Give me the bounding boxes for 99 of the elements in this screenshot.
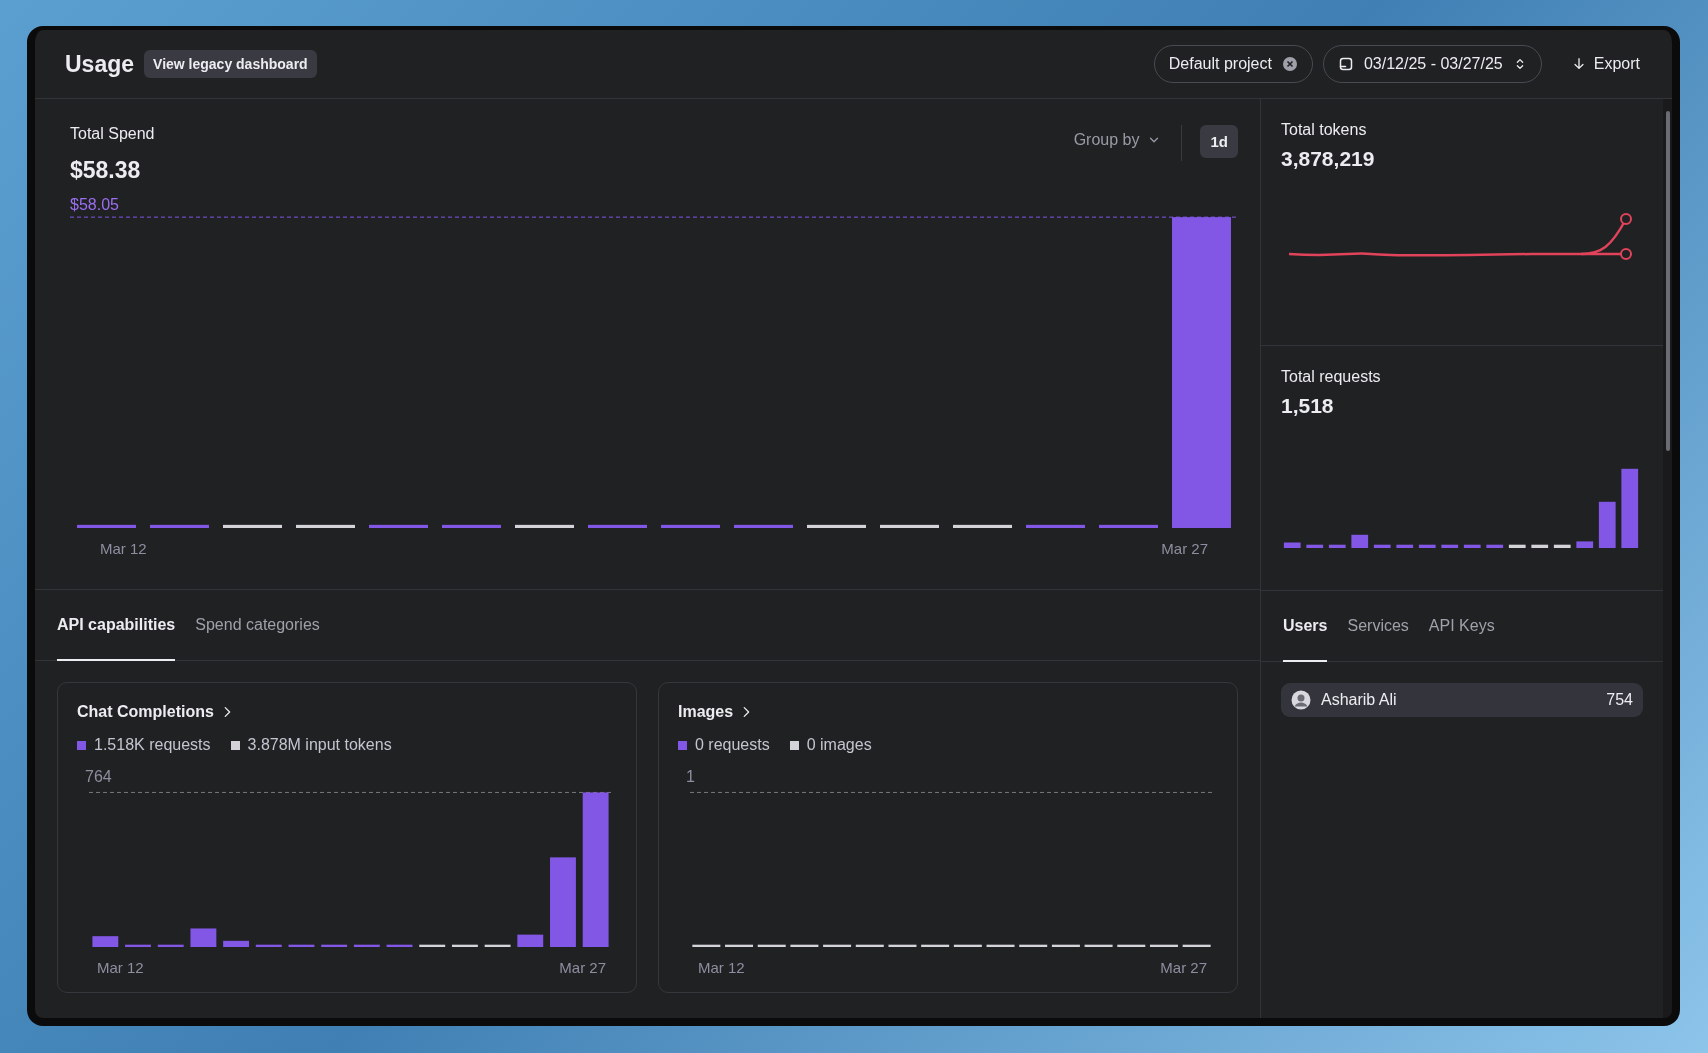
axis-label: Mar 27 [559,959,606,976]
bar [661,524,720,528]
bar [692,944,721,947]
scrollbar-thumb[interactable] [1666,111,1670,451]
legacy-dashboard-link[interactable]: View legacy dashboard [144,50,317,78]
bar [1051,944,1080,947]
bar [807,524,866,528]
bar [790,944,819,947]
bar [321,944,348,947]
bar [353,944,380,947]
bar [451,944,478,947]
avatar-icon [1291,690,1311,710]
bar [1306,544,1324,548]
bar [1553,544,1571,548]
legend-label: 0 images [806,736,872,754]
bar [296,524,355,528]
legend-label: 3.878M input tokens [247,736,392,754]
download-icon [1571,57,1586,71]
bar [1283,542,1301,548]
bar [517,934,544,947]
bar [921,944,950,947]
chart-max-label: 1 [686,768,696,786]
axis-label: Mar 12 [698,959,745,976]
bar [1531,544,1549,548]
total-requests-label: Total requests [1281,368,1382,386]
bar [953,524,1012,528]
bar [757,944,786,947]
user-name: Asharib Ali [1321,691,1398,709]
bar [588,524,647,528]
bar [1117,944,1146,947]
tab[interactable]: Users [1283,591,1328,662]
bar [288,944,315,947]
bar [125,944,151,947]
bar [1373,544,1391,548]
axis-label: Mar 12 [100,540,147,557]
bar [484,944,511,947]
card-title-link[interactable]: Images [678,703,754,721]
bar [1182,944,1211,947]
bar [953,944,982,947]
axis-label: Mar 27 [1161,540,1208,557]
bar [823,944,852,947]
bar [419,944,446,947]
bar [1328,544,1346,548]
bar [442,524,501,528]
bar [1441,544,1459,548]
bar [1019,944,1048,947]
bar [1463,544,1481,548]
total-requests-value: 1,518 [1281,394,1335,418]
bar [1396,544,1414,548]
calendar-icon [1337,56,1354,72]
axis-label: Mar 27 [1160,959,1207,976]
bar [734,524,793,528]
card-title-link[interactable]: Chat Completions [77,703,234,721]
bar [855,944,884,947]
export-button[interactable]: Export [1565,54,1646,74]
total-tokens-label: Total tokens [1281,121,1368,139]
bar [1150,944,1178,947]
bar [77,524,136,528]
bar [223,940,250,947]
bar [92,936,119,947]
bar [386,944,413,947]
bar [255,944,282,947]
bar [1598,501,1616,548]
bar [515,524,574,528]
axis-label: Mar 12 [97,959,144,976]
legend-label: 0 requests [695,736,770,754]
user-count: 754 [1606,691,1633,709]
bar [725,944,753,947]
bar [880,524,939,528]
chart-max-label: $58.05 [70,196,120,214]
bar [986,944,1015,947]
bar [1576,541,1594,548]
bar [150,524,209,528]
total-spend-label: Total Spend [70,125,156,143]
bar [1486,544,1504,548]
chart-max-label: 764 [85,768,113,786]
tab[interactable]: API capabilities [57,590,176,661]
tab[interactable]: API Keys [1428,591,1495,662]
bar [1508,544,1526,548]
bar [1418,544,1436,548]
user-row[interactable]: Asharib Ali 754 [1281,683,1643,717]
bar [157,944,184,947]
tab[interactable]: Spend categories [195,590,320,661]
total-tokens-value: 3,878,219 [1281,147,1376,171]
bar [369,524,428,528]
interval-button[interactable]: 1d [1200,125,1238,158]
bar [190,928,217,947]
bar [1099,524,1158,528]
group-by-dropdown[interactable]: Group by [1065,125,1170,155]
bar [1084,944,1113,947]
legend-label: 1.518K requests [94,736,211,754]
bar [1351,534,1369,548]
total-spend-value: $58.38 [70,157,142,184]
bar [1026,524,1085,528]
bar [223,524,282,528]
clear-icon [1281,56,1298,72]
page-title: Usage [65,50,135,78]
bar [888,944,917,947]
tab[interactable]: Services [1347,591,1409,662]
